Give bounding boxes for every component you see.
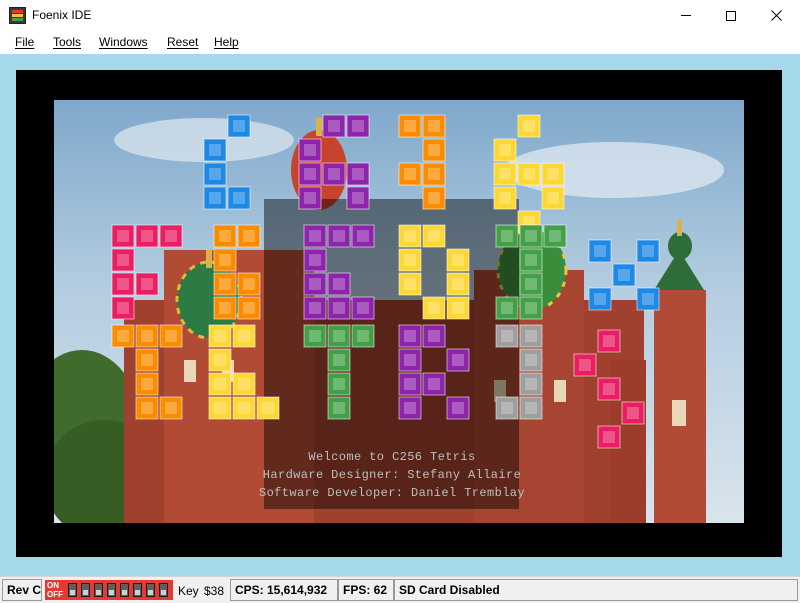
dip-off-label: OFF	[47, 590, 63, 599]
status-bar: Rev C ON OFF Key $38 CPS: 15,614,932 FPS…	[0, 576, 800, 603]
window-title: Foenix IDE	[32, 8, 92, 22]
hardware-designer-text: Hardware Designer: Stefany Allaire	[262, 468, 522, 482]
revision-label: Rev C	[2, 579, 42, 601]
software-developer-text: Software Developer: Daniel Tremblay	[258, 486, 526, 500]
dip-switch-4[interactable]	[107, 583, 116, 597]
title-bar: Foenix IDE	[0, 0, 800, 31]
minimize-button[interactable]	[663, 0, 709, 31]
cps-readout: CPS: 15,614,932	[230, 579, 338, 601]
dip-on-label: ON	[47, 581, 59, 590]
credits-panel: Welcome to C256 Tetris Hardware Designer…	[208, 444, 576, 510]
fps-readout: FPS: 62	[338, 579, 394, 601]
client-area: Welcome to C256 Tetris Hardware Designer…	[0, 54, 800, 576]
foenix-app-icon	[9, 7, 26, 24]
close-icon	[770, 10, 782, 21]
key-value: $38	[204, 584, 225, 598]
dip-switch-5[interactable]	[120, 583, 129, 597]
display-area: Welcome to C256 Tetris Hardware Designer…	[54, 100, 744, 523]
menu-tools[interactable]: Tools	[53, 35, 81, 49]
maximize-button[interactable]	[708, 0, 754, 31]
dip-switch-8[interactable]	[159, 583, 168, 597]
menu-bar: File Tools Windows Reset Help	[0, 31, 800, 54]
emulator-screen[interactable]: Welcome to C256 Tetris Hardware Designer…	[16, 70, 782, 557]
welcome-text: Welcome to C256 Tetris	[308, 450, 476, 464]
dip-switch-7[interactable]	[146, 583, 155, 597]
menu-help[interactable]: Help	[214, 35, 239, 49]
dip-switch-1[interactable]	[68, 583, 77, 597]
dip-switch-6[interactable]	[133, 583, 142, 597]
dip-switch-3[interactable]	[94, 583, 103, 597]
dip-switch-bank: ON OFF	[45, 580, 173, 600]
key-label: Key	[178, 584, 199, 598]
close-button[interactable]	[753, 0, 799, 31]
menu-file[interactable]: File	[15, 35, 34, 49]
maximize-icon	[726, 10, 736, 21]
minimize-icon	[681, 15, 691, 16]
sd-card-status: SD Card Disabled	[394, 579, 798, 601]
menu-reset[interactable]: Reset	[167, 35, 198, 49]
dip-switch-2[interactable]	[81, 583, 90, 597]
menu-windows[interactable]: Windows	[99, 35, 148, 49]
